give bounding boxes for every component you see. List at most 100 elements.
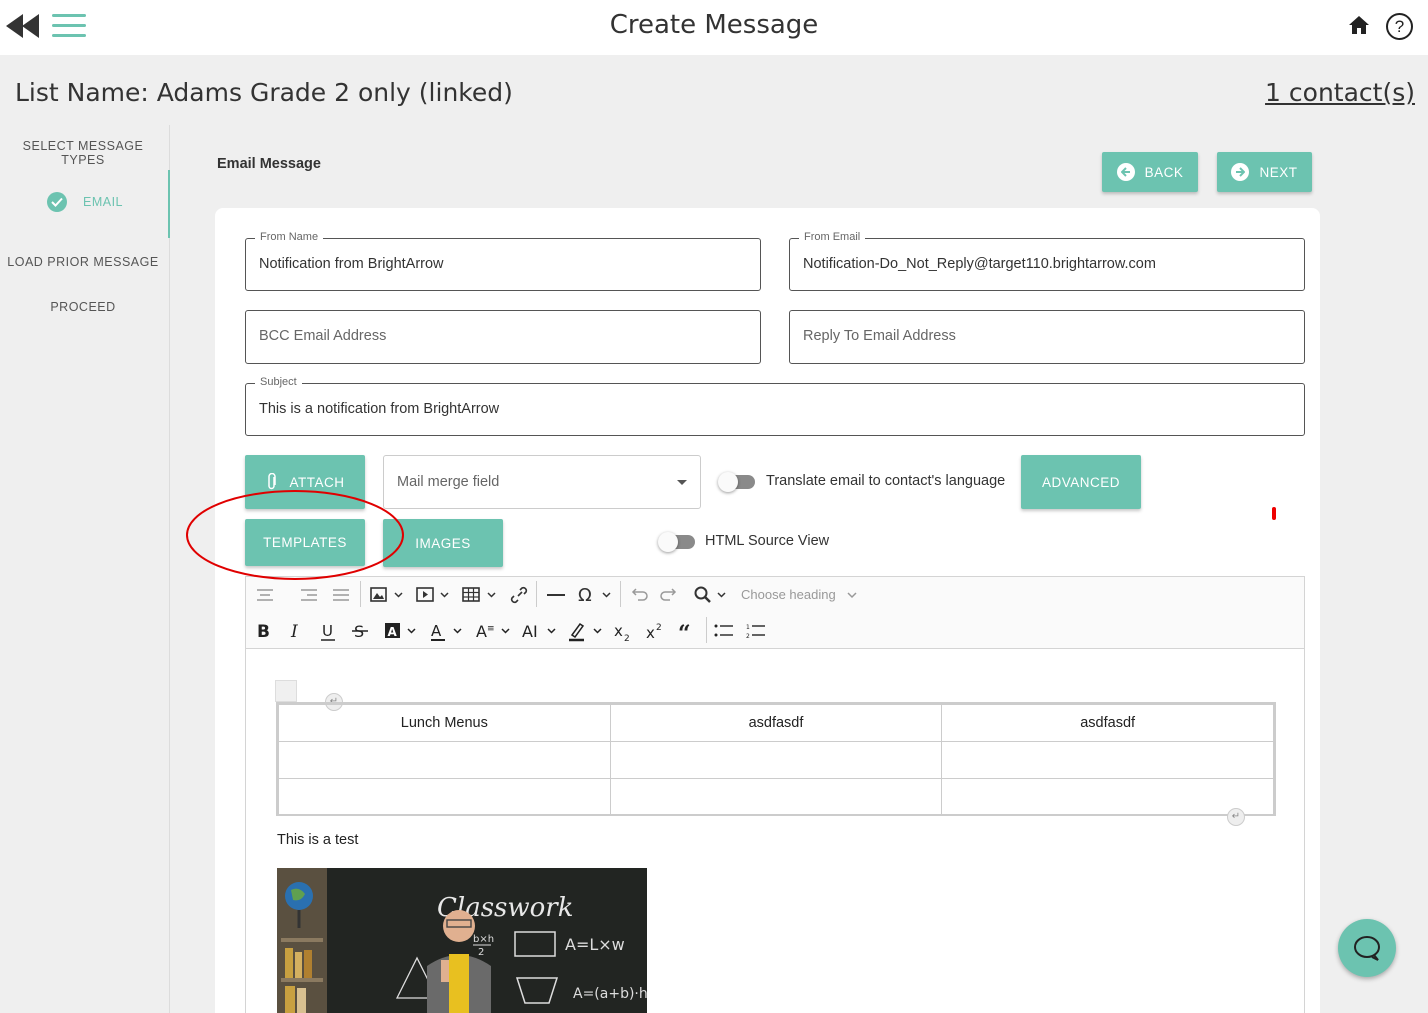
font-family-icon[interactable]: A ≡ (476, 621, 512, 641)
from-email-value: Notification-Do_Not_Reply@target110.brig… (803, 256, 1156, 272)
redo-icon[interactable] (660, 586, 680, 604)
help-icon[interactable]: ? (1386, 13, 1413, 40)
table-row (278, 741, 1274, 779)
link-icon[interactable] (510, 586, 528, 604)
sidebar-item-label: EMAIL (83, 195, 124, 209)
list-name: List Name: Adams Grade 2 only (linked) (15, 78, 513, 107)
subscript-icon[interactable]: x2 (614, 621, 636, 643)
font-color-icon[interactable]: A (430, 621, 464, 643)
back-button[interactable]: BACK (1102, 152, 1198, 192)
svg-text:A: A (431, 622, 442, 640)
svg-text:A=L×w: A=L×w (565, 935, 625, 954)
caret-down-icon (677, 480, 687, 485)
numbered-list-icon[interactable]: 12 (746, 622, 766, 640)
svg-text:2: 2 (656, 623, 662, 633)
arrow-right-icon (1231, 163, 1250, 181)
subject-label: Subject (255, 376, 302, 388)
next-button[interactable]: NEXT (1217, 152, 1312, 192)
table-cell[interactable] (278, 778, 611, 816)
contacts-link[interactable]: 1 contact(s) (1265, 78, 1415, 107)
chat-button[interactable] (1338, 919, 1396, 977)
svg-text:x: x (614, 622, 623, 640)
svg-text:AI: AI (522, 622, 538, 641)
heading-select[interactable]: Choose heading (741, 587, 836, 602)
sidebar-active-indicator (168, 170, 170, 238)
table-row: Lunch Menus asdfasdf asdfasdf (278, 704, 1274, 742)
table-cell[interactable] (278, 741, 611, 779)
highlight-icon[interactable] (568, 621, 604, 643)
reply-to-placeholder: Reply To Email Address (803, 328, 956, 344)
sidebar-item-load-prior[interactable]: LOAD PRIOR MESSAGE (0, 255, 166, 269)
check-circle-icon (47, 192, 67, 212)
sidebar-item-proceed[interactable]: PROCEED (0, 300, 166, 314)
from-name-value: Notification from BrightArrow (259, 256, 444, 272)
svg-text:≡: ≡ (487, 624, 495, 634)
svg-text:1: 1 (746, 624, 750, 631)
from-name-label: From Name (255, 231, 324, 243)
svg-text:x: x (646, 624, 655, 642)
from-name-field[interactable]: From Name Notification from BrightArrow (245, 231, 761, 291)
classroom-image[interactable]: Classwork A=L×w A=(a+b)·h b×h 2 (277, 868, 647, 1013)
rich-text-editor[interactable]: Ω Choose heading B I U S A A A ≡ AI x2 x2… (245, 576, 1305, 1013)
align-right-icon[interactable] (300, 587, 318, 603)
align-justify-icon[interactable] (332, 587, 350, 603)
table-cell[interactable]: asdfasdf (941, 704, 1274, 742)
underline-icon[interactable]: U (320, 621, 336, 643)
svg-text:A=(a+b)·h: A=(a+b)·h (573, 986, 647, 1002)
table-cell[interactable]: asdfasdf (609, 704, 943, 742)
content-table[interactable]: Lunch Menus asdfasdf asdfasdf (276, 702, 1276, 816)
table-cell[interactable] (609, 778, 943, 816)
table-cell[interactable] (941, 741, 1274, 779)
blockquote-icon[interactable]: “ (678, 621, 696, 641)
svg-text:B: B (257, 622, 270, 641)
sidebar-item-email[interactable]: EMAIL (47, 192, 123, 212)
insert-paragraph-after-icon[interactable]: ↵ (1227, 808, 1245, 826)
back-label: BACK (1144, 164, 1184, 180)
bold-icon[interactable]: B (256, 621, 272, 641)
superscript-icon[interactable]: x2 (646, 621, 668, 643)
special-characters-icon[interactable]: Ω (578, 585, 614, 605)
insert-image-icon[interactable] (370, 586, 404, 604)
font-size-icon[interactable]: AI (522, 621, 558, 641)
from-email-field[interactable]: From Email Notification-Do_Not_Reply@tar… (789, 231, 1305, 291)
insert-table-icon[interactable] (462, 586, 498, 604)
svg-text:2: 2 (478, 947, 484, 958)
chevron-down-icon[interactable] (846, 589, 858, 601)
strikethrough-icon[interactable]: S (352, 621, 368, 641)
table-cell[interactable]: Lunch Menus (278, 704, 611, 742)
background-color-icon[interactable]: A (384, 621, 418, 641)
table-row (278, 778, 1274, 816)
find-replace-icon[interactable] (692, 585, 728, 605)
advanced-button[interactable]: ADVANCED (1021, 455, 1141, 509)
italic-icon[interactable]: I (288, 621, 304, 641)
translate-toggle[interactable] (718, 472, 755, 492)
html-source-label: HTML Source View (705, 533, 830, 549)
svg-text:A: A (388, 625, 398, 639)
translate-label: Translate email to contact's language (766, 473, 1006, 489)
page-title: Create Message (609, 10, 819, 40)
align-center-icon[interactable] (256, 587, 274, 603)
top-bar: Create Message ? (0, 0, 1428, 55)
table-cell[interactable] (941, 778, 1274, 816)
table-select-handle[interactable] (275, 680, 297, 702)
home-icon[interactable] (1349, 16, 1369, 34)
reply-to-email-field[interactable]: Reply To Email Address (789, 310, 1305, 364)
sidebar-divider (169, 125, 170, 1013)
svg-text:I: I (290, 622, 298, 641)
subject-field[interactable]: Subject This is a notification from Brig… (245, 376, 1305, 436)
undo-icon[interactable] (628, 586, 648, 604)
editor-paragraph[interactable]: This is a test (277, 832, 358, 848)
red-annotation-ellipse (186, 490, 404, 580)
mail-merge-select[interactable]: Mail merge field (383, 455, 701, 509)
svg-text:U: U (322, 622, 333, 640)
images-label: IMAGES (415, 535, 471, 551)
html-source-toggle[interactable] (658, 532, 695, 552)
bcc-placeholder: BCC Email Address (259, 328, 387, 344)
sidebar-heading: SELECT MESSAGE TYPES (22, 139, 144, 167)
table-cell[interactable] (609, 741, 943, 779)
bcc-email-field[interactable]: BCC Email Address (245, 310, 761, 364)
bulleted-list-icon[interactable] (714, 622, 734, 640)
insert-media-icon[interactable] (416, 586, 450, 604)
section-title: Email Message (217, 156, 321, 172)
horizontal-line-icon[interactable] (546, 586, 566, 604)
